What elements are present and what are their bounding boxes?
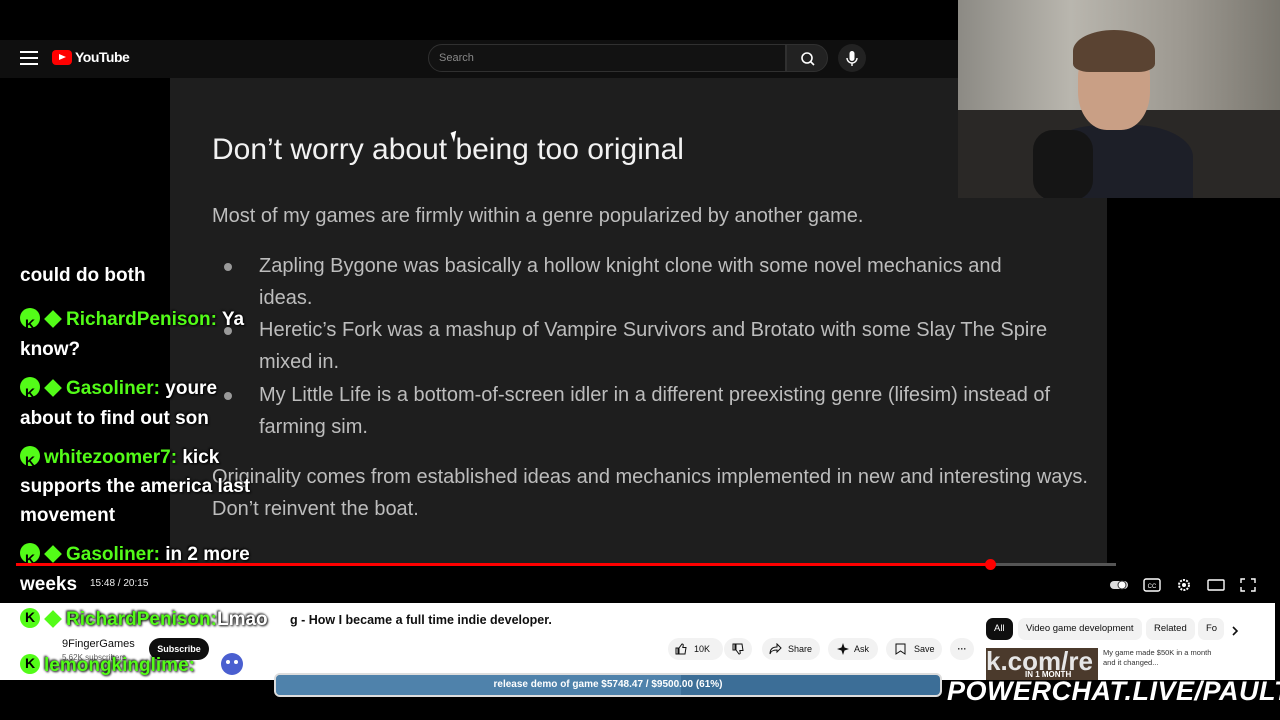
youtube-logo-text[interactable]: YouTube bbox=[75, 49, 130, 65]
sparkle-icon bbox=[837, 643, 849, 655]
related-video-title[interactable]: My game made $50K in a month and it chan… bbox=[1103, 648, 1223, 668]
ask-label: Ask bbox=[854, 644, 870, 654]
slide-closing: Originality comes from established ideas… bbox=[212, 466, 1088, 520]
share-icon bbox=[769, 643, 782, 655]
kick-badge-icon bbox=[20, 308, 40, 339]
search-icon bbox=[801, 52, 815, 66]
donation-goal-text: release demo of game $5748.47 / $9500.00… bbox=[493, 679, 723, 690]
time-display: 15:48 / 20:15 bbox=[90, 578, 149, 589]
chat-message: lemongkinglime: bbox=[20, 654, 230, 677]
verified-gem-icon bbox=[44, 610, 62, 628]
chip-all[interactable]: All bbox=[986, 618, 1013, 640]
theater-mode-icon[interactable] bbox=[1207, 577, 1225, 593]
verified-gem-icon bbox=[44, 545, 62, 563]
chat-text: could do both bbox=[20, 265, 146, 286]
chat-username: Gasoliner: bbox=[66, 544, 160, 565]
kick-badge-icon bbox=[20, 446, 40, 476]
verified-gem-icon bbox=[44, 310, 62, 328]
slide-bullet: Heretic’s Fork was a mashup of Vampire S… bbox=[259, 319, 1048, 373]
settings-gear-icon[interactable] bbox=[1175, 577, 1193, 593]
captions-icon[interactable]: CC bbox=[1143, 577, 1161, 593]
chat-username: Gasoliner: bbox=[66, 378, 160, 399]
more-actions-button[interactable]: ··· bbox=[950, 638, 974, 660]
microphone-icon bbox=[1033, 130, 1093, 198]
video-title: g - How I became a full time indie devel… bbox=[290, 613, 552, 627]
share-label: Share bbox=[788, 644, 813, 654]
screen: { "youtube": { "logo_text": "YouTube", "… bbox=[0, 0, 1280, 720]
kick-badge-icon bbox=[20, 608, 40, 628]
slide-intro: Most of my games are firmly within a gen… bbox=[212, 205, 864, 227]
like-count: 10K bbox=[694, 644, 711, 654]
youtube-logo-icon[interactable] bbox=[52, 50, 72, 65]
kick-badge-icon bbox=[20, 543, 40, 574]
bookmark-icon bbox=[895, 643, 906, 655]
progress-scrubber[interactable] bbox=[985, 559, 996, 570]
chat-message: could do both bbox=[20, 265, 260, 287]
chat-username: RichardPenison: bbox=[66, 309, 217, 330]
fullscreen-icon[interactable] bbox=[1239, 577, 1257, 593]
slide-title: Don’t worry about being too original bbox=[212, 133, 684, 166]
thumbs-down-icon bbox=[732, 643, 744, 655]
search-input[interactable]: Search bbox=[428, 44, 786, 72]
chat-message: Gasoliner: in 2 more weeks bbox=[20, 540, 270, 600]
emote-icon bbox=[221, 653, 243, 675]
progress-fill bbox=[16, 563, 991, 566]
chat-username: lemongkinglime: bbox=[44, 655, 195, 676]
chat-username: whitezoomer7: bbox=[44, 447, 178, 468]
webcam-overlay bbox=[958, 0, 1280, 198]
chip-related[interactable]: Related bbox=[1146, 618, 1195, 640]
powerchat-url: POWERCHAT.LIVE/PAULTOWN bbox=[947, 676, 1280, 706]
svg-text:CC: CC bbox=[1148, 584, 1157, 590]
verified-gem-icon bbox=[44, 379, 62, 397]
microphone-icon bbox=[846, 51, 858, 66]
channel-name[interactable]: 9FingerGames bbox=[62, 638, 135, 650]
slide-bullet: My Little Life is a bottom-of-screen idl… bbox=[259, 384, 1051, 438]
autoplay-toggle-icon[interactable] bbox=[1110, 577, 1128, 593]
chat-message: RichardPenison:Lmao bbox=[20, 608, 285, 631]
kick-badge-icon bbox=[20, 377, 40, 408]
chip-video-game-development[interactable]: Video game development bbox=[1018, 618, 1142, 640]
chip-fo[interactable]: Fo bbox=[1198, 618, 1224, 640]
ask-button[interactable]: Ask bbox=[828, 638, 878, 660]
hamburger-menu-icon[interactable] bbox=[20, 51, 38, 65]
chat-username: RichardPenison: bbox=[66, 609, 217, 630]
chat-message: RichardPenison: Ya know? bbox=[20, 305, 255, 365]
donation-goal-bar: release demo of game $5748.47 / $9500.00… bbox=[274, 673, 942, 697]
voice-search-button[interactable] bbox=[838, 44, 866, 72]
chat-text: Lmao bbox=[216, 609, 268, 630]
chat-message: Gasoliner: youre about to find out son bbox=[20, 374, 250, 434]
chat-message: whitezoomer7: kick supports the america … bbox=[20, 443, 265, 530]
slide-bullet: Zapling Bygone was basically a hollow kn… bbox=[259, 255, 1002, 309]
search-button[interactable] bbox=[786, 44, 828, 72]
save-label: Save bbox=[914, 644, 935, 654]
kick-badge-icon bbox=[20, 654, 40, 674]
chevron-right-icon[interactable] bbox=[1228, 624, 1242, 638]
thumbs-up-icon bbox=[675, 643, 687, 655]
